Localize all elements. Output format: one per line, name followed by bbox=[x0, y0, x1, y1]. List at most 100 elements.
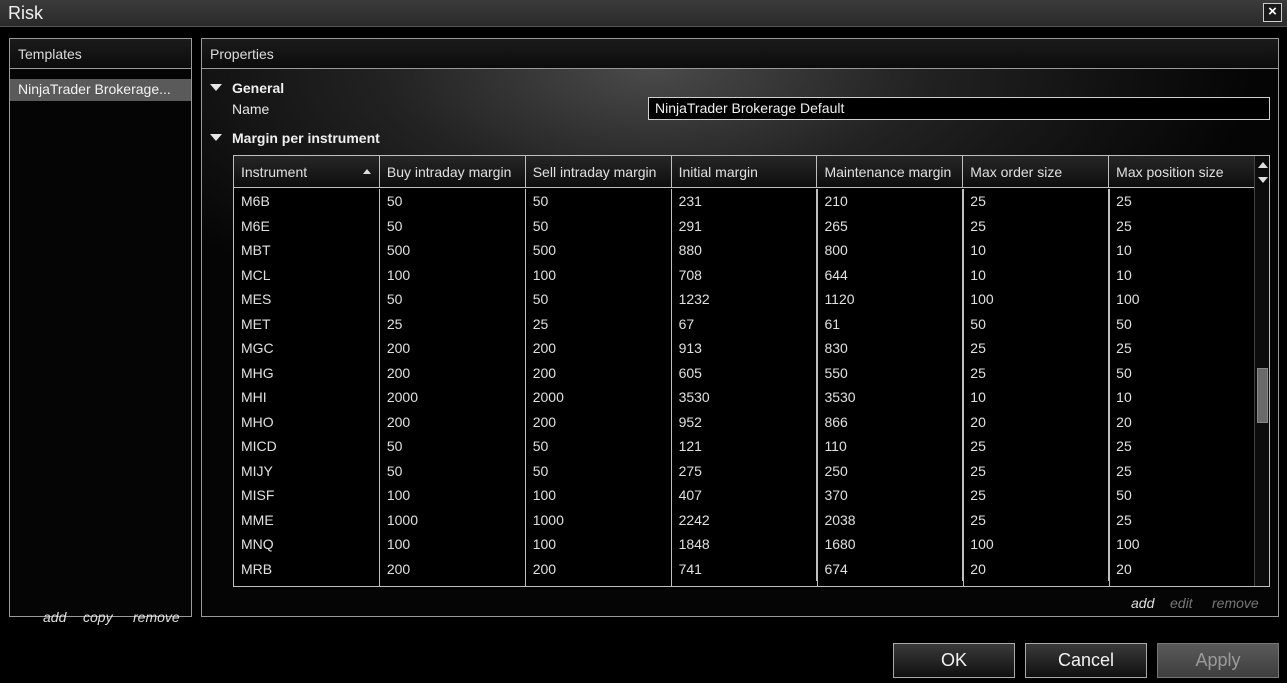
margin-section[interactable]: Margin per instrument bbox=[210, 130, 380, 146]
table-cell: 10 bbox=[963, 262, 1110, 287]
edit-row-link[interactable]: edit bbox=[1170, 595, 1193, 611]
table-cell: MISF bbox=[234, 483, 380, 508]
table-cell: 200 bbox=[526, 409, 672, 434]
cancel-button[interactable]: Cancel bbox=[1025, 643, 1147, 678]
table-cell: 50 bbox=[526, 458, 672, 483]
collapse-triangle-icon[interactable] bbox=[210, 134, 222, 141]
table-row[interactable]: MHG 200 200 605 550 25 50 bbox=[234, 360, 1255, 385]
close-icon[interactable]: × bbox=[1263, 3, 1282, 22]
column-header-initial[interactable]: Initial margin bbox=[672, 156, 818, 187]
column-header-sell-intraday[interactable]: Sell intraday margin bbox=[526, 156, 672, 187]
table-cell: 200 bbox=[380, 360, 526, 385]
table-cell: 50 bbox=[380, 458, 526, 483]
table-cell: 50 bbox=[380, 213, 526, 238]
table-cell: 100 bbox=[526, 532, 672, 557]
table-cell: 50 bbox=[1116, 364, 1132, 381]
table-row[interactable]: MBT 500 500 880 800 10 10 bbox=[234, 238, 1255, 263]
table-cell: 25 bbox=[963, 336, 1110, 361]
table-cell: M6B bbox=[234, 189, 380, 214]
table-cell: 210 bbox=[817, 189, 964, 214]
table-cell: 200 bbox=[526, 556, 672, 581]
table-cell: 500 bbox=[526, 238, 672, 263]
remove-row-link[interactable]: remove bbox=[1212, 595, 1259, 611]
table-row[interactable]: MCL 100 100 708 644 10 10 bbox=[234, 262, 1255, 287]
table-cell: 708 bbox=[672, 262, 818, 287]
copy-template-link[interactable]: copy bbox=[83, 609, 113, 625]
table-cell: 50 bbox=[526, 287, 672, 312]
collapse-triangle-icon[interactable] bbox=[210, 84, 222, 91]
apply-button[interactable]: Apply bbox=[1157, 643, 1279, 678]
table-row[interactable]: MET 25 25 67 61 50 50 bbox=[234, 311, 1255, 336]
table-cell: 20 bbox=[1116, 560, 1132, 577]
vertical-scrollbar[interactable] bbox=[1254, 156, 1269, 586]
column-header-max-order[interactable]: Max order size bbox=[963, 156, 1110, 187]
table-row[interactable]: M6E 50 50 291 265 25 25 bbox=[234, 213, 1255, 238]
add-template-link[interactable]: add bbox=[43, 609, 66, 625]
column-header-maintenance[interactable]: Maintenance margin bbox=[817, 156, 964, 187]
table-cell: 110 bbox=[817, 434, 964, 459]
table-cell: 100 bbox=[380, 262, 526, 287]
ok-button[interactable]: OK bbox=[893, 643, 1015, 678]
table-cell: 10 bbox=[963, 238, 1110, 263]
table-cell: 25 bbox=[963, 458, 1110, 483]
grid-body: M6B 50 50 231 210 25 25 M6E 50 50 291 265 25 25 MBT 500… bbox=[234, 189, 1255, 581]
name-field[interactable]: NinjaTrader Brokerage Default bbox=[648, 97, 1270, 120]
table-row[interactable]: MRB 200 200 741 674 20 20 bbox=[234, 556, 1255, 581]
properties-panel: Properties General Name NinjaTrader Brok… bbox=[201, 38, 1279, 617]
table-cell: MHO bbox=[234, 409, 380, 434]
table-cell: MES bbox=[234, 287, 380, 312]
table-cell: 20 bbox=[1116, 413, 1132, 430]
table-cell: 1120 bbox=[817, 287, 964, 312]
table-cell: MRB bbox=[234, 556, 380, 581]
table-row[interactable]: MICD 50 50 121 110 25 25 bbox=[234, 434, 1255, 459]
table-cell: 500 bbox=[380, 238, 526, 263]
table-cell: 25 bbox=[963, 213, 1110, 238]
table-cell: 3530 bbox=[672, 385, 818, 410]
table-row[interactable]: MME 1000 1000 2242 2038 25 25 bbox=[234, 507, 1255, 532]
add-row-link[interactable]: add bbox=[1131, 595, 1154, 611]
table-cell: 100 bbox=[380, 483, 526, 508]
table-cell: 1848 bbox=[672, 532, 818, 557]
table-cell: 50 bbox=[1116, 487, 1132, 503]
scroll-down-icon[interactable] bbox=[1256, 173, 1269, 187]
table-row[interactable]: MGC 200 200 913 830 25 25 bbox=[234, 336, 1255, 361]
column-header-buy-intraday[interactable]: Buy intraday margin bbox=[380, 156, 526, 187]
table-cell: 265 bbox=[817, 213, 964, 238]
table-cell: 10 bbox=[1116, 242, 1132, 258]
table-cell: 100 bbox=[963, 532, 1110, 557]
table-cell: 50 bbox=[526, 213, 672, 238]
margin-grid: Instrument Buy intraday margin Sell intr… bbox=[233, 155, 1270, 587]
table-cell: 50 bbox=[526, 434, 672, 459]
table-cell: 3530 bbox=[817, 385, 964, 410]
table-cell: 20 bbox=[963, 409, 1110, 434]
remove-template-link[interactable]: remove bbox=[133, 609, 180, 625]
table-cell: 231 bbox=[672, 189, 818, 214]
table-cell: MME bbox=[234, 507, 380, 532]
column-header-instrument[interactable]: Instrument bbox=[234, 156, 380, 187]
table-cell: 100 bbox=[1116, 291, 1140, 307]
table-cell: 1680 bbox=[817, 532, 964, 557]
templates-list: NinjaTrader Brokerage... bbox=[10, 79, 191, 101]
table-cell: 674 bbox=[817, 556, 964, 581]
table-row[interactable]: M6B 50 50 231 210 25 25 bbox=[234, 189, 1255, 214]
column-header-max-position[interactable]: Max position size bbox=[1109, 156, 1255, 187]
properties-header: Properties bbox=[202, 39, 1278, 69]
template-item[interactable]: NinjaTrader Brokerage... bbox=[10, 79, 191, 101]
table-cell: MNQ bbox=[234, 532, 380, 557]
table-row[interactable]: MHI 2000 2000 3530 3530 10 10 bbox=[234, 385, 1255, 410]
general-label: General bbox=[232, 80, 285, 96]
table-cell: 25 bbox=[1116, 340, 1132, 356]
scroll-up-icon[interactable] bbox=[1256, 159, 1269, 173]
table-row[interactable]: MHO 200 200 952 866 20 20 bbox=[234, 409, 1255, 434]
table-row[interactable]: MIJY 50 50 275 250 25 25 bbox=[234, 458, 1255, 483]
table-cell: MICD bbox=[234, 434, 380, 459]
table-cell: 50 bbox=[1116, 315, 1132, 332]
general-section[interactable]: General bbox=[210, 80, 284, 96]
table-cell: 10 bbox=[1116, 389, 1132, 405]
scroll-thumb[interactable] bbox=[1257, 368, 1268, 423]
table-row[interactable]: MNQ 100 100 1848 1680 100 100 bbox=[234, 532, 1255, 557]
table-cell: 2000 bbox=[380, 385, 526, 410]
table-row[interactable]: MES 50 50 1232 1120 100 100 bbox=[234, 287, 1255, 312]
table-row[interactable]: MISF 100 100 407 370 25 50 bbox=[234, 483, 1255, 508]
table-cell: 25 bbox=[1116, 462, 1132, 479]
